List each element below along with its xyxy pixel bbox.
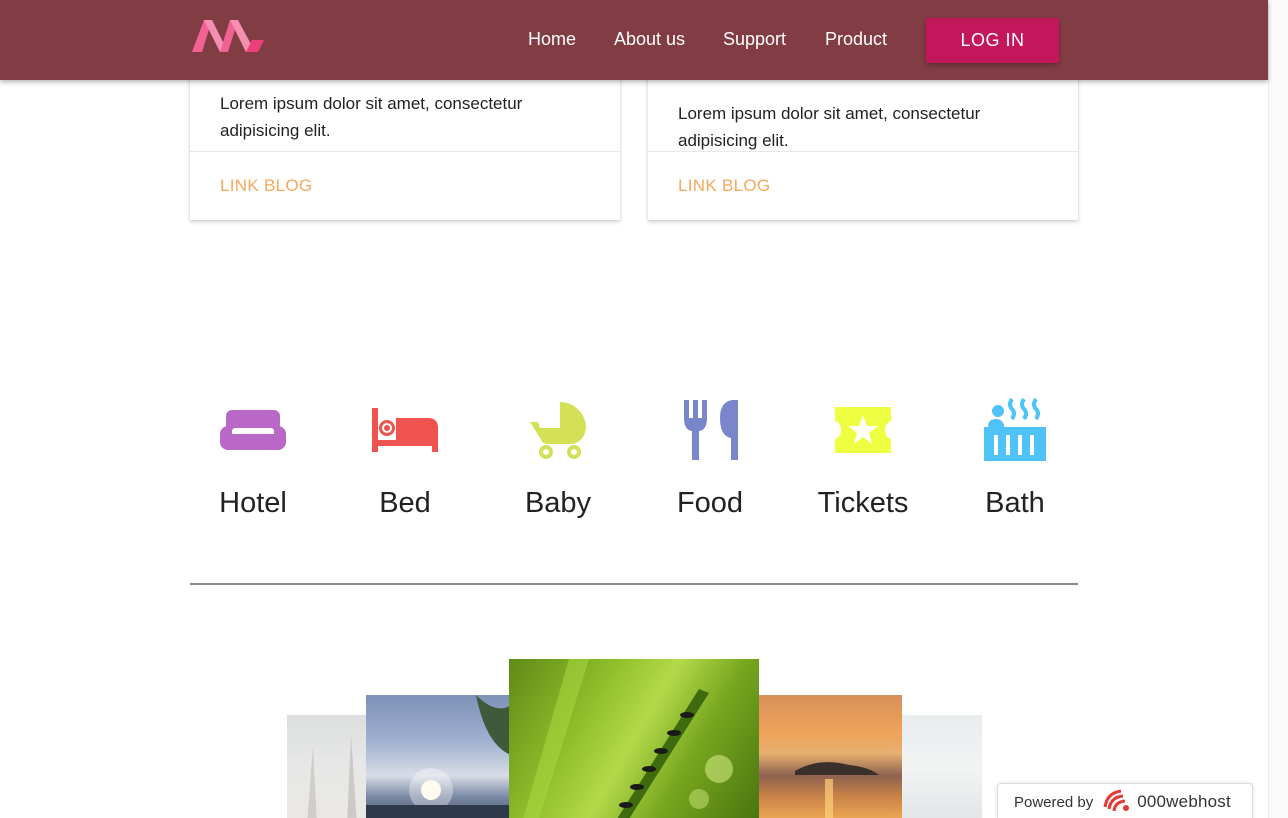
navbar: Home About us Support Product LOG IN xyxy=(0,0,1268,80)
feature-label: Food xyxy=(676,487,744,519)
nav-product-link[interactable]: Product xyxy=(825,29,887,50)
hotel-bed-icon xyxy=(372,408,438,452)
stroller-icon xyxy=(530,402,586,459)
feature-label: Baby xyxy=(524,487,592,519)
feature-food[interactable]: Food xyxy=(640,395,780,530)
hot-tub-icon xyxy=(984,397,1046,461)
feature-baby[interactable]: Baby xyxy=(488,395,628,530)
sofa-icon xyxy=(220,410,286,450)
host-name: 000webhost xyxy=(1137,792,1231,811)
powered-by-badge[interactable]: Powered by 000webhost xyxy=(997,783,1253,818)
carousel-slide-misty-sea[interactable] xyxy=(902,715,982,818)
powered-by-label: Powered by xyxy=(1014,793,1094,811)
page: Lorem ipsum dolor sit amet, consectetur … xyxy=(0,0,1288,818)
link-blog[interactable]: LINK BLOG xyxy=(220,176,312,196)
carousel-slide-tropical-sunset[interactable] xyxy=(366,695,511,818)
nav-support-link[interactable]: Support xyxy=(723,29,786,50)
feature-label: Tickets xyxy=(817,487,909,519)
feature-bath[interactable]: Bath xyxy=(945,395,1085,530)
carousel-slide-sunset-island[interactable] xyxy=(759,695,902,818)
nav-home-link[interactable]: Home xyxy=(528,29,576,50)
feature-hotel[interactable]: Hotel xyxy=(183,395,323,530)
brand-logo[interactable] xyxy=(190,14,266,56)
card-text: Lorem ipsum dolor sit amet, consectetur … xyxy=(220,94,523,140)
scrollbar-track[interactable] xyxy=(1268,0,1288,818)
feature-tickets[interactable]: Tickets xyxy=(793,395,933,530)
000webhost-logo-icon xyxy=(1103,789,1130,812)
card-divider xyxy=(190,151,620,152)
login-button[interactable]: LOG IN xyxy=(926,18,1059,63)
card-text: Lorem ipsum dolor sit amet, consectetur … xyxy=(678,104,981,150)
ticket-star-icon xyxy=(835,407,891,453)
section-divider xyxy=(190,583,1078,585)
card-divider xyxy=(648,151,1078,152)
feature-bed[interactable]: Bed xyxy=(335,395,475,530)
nav-about-link[interactable]: About us xyxy=(614,29,685,50)
carousel-slide-ants-on-grass[interactable] xyxy=(509,659,759,818)
feature-label: Hotel xyxy=(219,487,287,519)
fork-knife-icon xyxy=(684,400,738,460)
link-blog[interactable]: LINK BLOG xyxy=(678,176,770,196)
feature-label: Bed xyxy=(379,487,431,519)
feature-label: Bath xyxy=(985,487,1045,519)
